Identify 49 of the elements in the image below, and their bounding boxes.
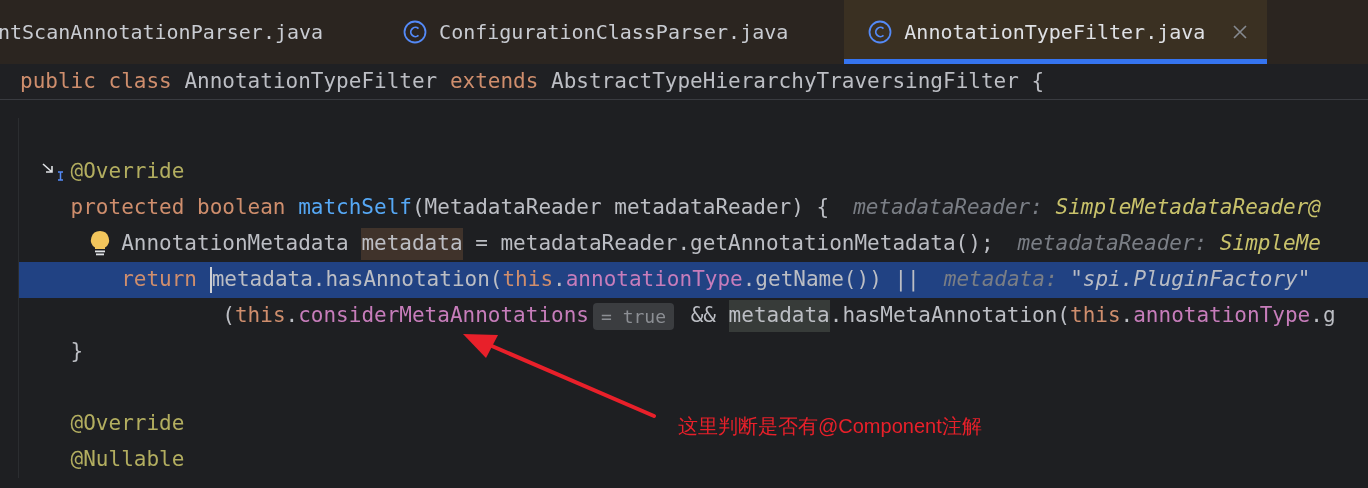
inlay-hint-value: SimpleMetadataReader@ (1055, 194, 1321, 222)
tab-label: AnnotationTypeFilter.java (904, 19, 1206, 46)
keyword: extends (449, 67, 540, 95)
code-text: . (1120, 302, 1134, 330)
code-text: metadata.hasAnnotation( (211, 266, 503, 294)
code-text: .hasMetaAnnotation( (829, 302, 1070, 330)
annotation: @Override (70, 410, 185, 438)
inlay-hint: metadataReader: (853, 194, 1044, 222)
close-icon[interactable] (1233, 25, 1248, 39)
highlighted-variable: metadata (361, 228, 463, 260)
editor-tab[interactable]: ntScanAnnotationParser.java (0, 0, 380, 64)
inlay-hint: metadata: (943, 266, 1059, 294)
keyword: this (1070, 302, 1121, 330)
code-text: AnnotationTypeFilter (184, 67, 439, 95)
code-text: AnnotationMetadata (121, 230, 350, 258)
inlay-hint-value: SimpleMe (1219, 230, 1321, 258)
code-text: } (70, 338, 84, 366)
inlay-hint-chip: = true (593, 302, 674, 330)
field-name: annotationType (565, 266, 743, 294)
keyword: public class (20, 67, 173, 95)
code-text: .getName()) || (742, 266, 920, 294)
lightbulb-icon[interactable] (89, 230, 111, 256)
editor-tab[interactable]: AnnotationTypeFilter.java (844, 0, 1268, 64)
code-text: && (690, 302, 717, 330)
code-text: .g (1310, 302, 1336, 330)
highlighted-variable: metadata (728, 300, 830, 332)
editor-tab[interactable]: ConfigurationClassParser.java (379, 0, 845, 64)
keyword: this (234, 302, 286, 330)
code-text: AbstractTypeHierarchyTraversingFilter { (551, 67, 1045, 95)
inlay-hint: metadataReader: (1017, 230, 1209, 258)
code-text: ( (222, 302, 235, 330)
annotation: @Nullable (70, 446, 185, 474)
field-name: considerMetaAnnotations (298, 302, 589, 330)
keyword: this (502, 266, 554, 294)
code-text: . (553, 266, 566, 294)
code-text: (MetadataReader metadataReader) { (411, 194, 830, 222)
code-text: . (285, 302, 299, 330)
tab-label: ntScanAnnotationParser.java (0, 19, 324, 46)
field-name: annotationType (1133, 302, 1311, 330)
annotation-note: 这里判断是否有@Component注解 (678, 414, 982, 439)
keyword: return (121, 266, 198, 294)
text-cursor (209, 267, 212, 293)
code-text: = metadataReader.getAnnotationMetadata(); (475, 230, 994, 258)
keyword: protected boolean (70, 194, 287, 222)
method-name: matchSelf (298, 194, 412, 222)
override-gutter-icon[interactable] (41, 162, 65, 182)
tab-label: ConfigurationClassParser.java (439, 19, 789, 46)
annotation: @Override (70, 158, 185, 186)
inlay-hint-value: "spi.PluginFactory" (1070, 266, 1311, 294)
